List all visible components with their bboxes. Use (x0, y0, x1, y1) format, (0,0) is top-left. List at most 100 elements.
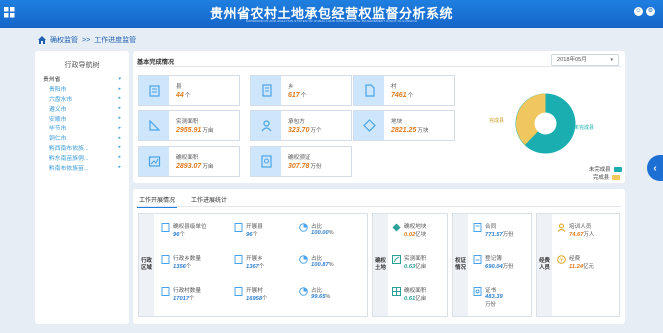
cell-label: 实测面积 (404, 256, 427, 262)
pie-icon (299, 287, 308, 296)
cell-value: 0.63 (404, 264, 416, 270)
building-icon (148, 85, 160, 97)
settings-icon[interactable]: ⚙ (646, 7, 655, 16)
cell-label: 开展村 (246, 288, 263, 294)
chevron-right-icon[interactable]: ▸ (118, 115, 121, 121)
tree-item[interactable]: 遵义市 ▸ (43, 103, 121, 113)
stat-cell: 开展县 96个 (234, 222, 263, 238)
stat-cell: 登记簿 690.04万份 (473, 254, 514, 270)
document-icon (261, 84, 272, 97)
grid-icon (392, 287, 401, 296)
tree-item[interactable]: 黔东南苗族侗... ▸ (43, 152, 121, 162)
cell-value: 1367 (246, 264, 259, 270)
stat-label: 确权颁证 (288, 155, 311, 161)
overview-panel: 基本完成情况 2018年05月 ▾ 县 44个 乡 617个 村 7461个 实测… (133, 51, 625, 183)
tree-item[interactable]: 贵阳市 ▸ (43, 84, 121, 94)
box-side-label: 确权 土地 (373, 214, 388, 316)
tree-item-label: 贵州省 (43, 77, 61, 84)
cell-label: 占比 (311, 256, 323, 262)
chevron-right-icon[interactable]: ▸ (118, 95, 121, 101)
pie-icon (299, 255, 308, 264)
diamond-icon (392, 223, 401, 232)
tree-item-label: 黔西南布依族... (49, 145, 89, 152)
completion-pie-chart (515, 93, 576, 154)
cell-value: 690.04 (485, 264, 503, 270)
stat-label: 地块 (391, 119, 403, 125)
cell-label: 开展县 (246, 224, 263, 230)
chevron-right-icon[interactable]: ▸ (118, 164, 121, 170)
legend-swatch (612, 174, 621, 180)
stat-value: 307.78万份 (288, 163, 322, 170)
cell-label: 占比 (311, 224, 323, 230)
stat-label: 实测面积 (176, 119, 199, 125)
stat-cell: 开展村 16958个 (234, 286, 268, 302)
ruler-icon (148, 119, 160, 131)
stat-value: 2893.07万亩 (176, 163, 214, 170)
breadcrumb: 确权监管 >> 工作进度监管 (38, 35, 136, 45)
stat-cell: 行政村数量 17017个 (161, 286, 201, 302)
stat-label: 承包方 (288, 119, 305, 125)
admin-nav-tree: 行政导航树 贵州省 ▾ 贵阳市 ▸ 六盘水市 ▸ 遵义市 ▸ 安顺市 ▸ 毕节市 ▸ 铜仁市… (35, 51, 129, 324)
people-icon (261, 120, 271, 132)
cell-value: 100.87 (311, 262, 329, 268)
cell-value: 99.65 (311, 294, 326, 300)
app-header: 贵州省农村土地承包经营权监督分析系统 SUPERVISION AND ANALY… (0, 0, 663, 28)
stat-value: 44个 (176, 92, 191, 99)
cell-label: 证书 (485, 288, 497, 294)
user-icon[interactable]: ☺ (634, 7, 643, 16)
month-select[interactable]: 2018年05月 ▾ (551, 54, 619, 66)
caret-down-icon: ▾ (610, 57, 613, 63)
contract-icon (473, 223, 482, 232)
cell-label: 经费 (569, 256, 581, 262)
chevron-right-icon[interactable]: ▸ (118, 105, 121, 111)
stat-label: 县 (176, 84, 182, 90)
stat-card-township: 乡 617个 (250, 75, 352, 106)
cell-label: 行政村数量 (173, 288, 201, 294)
stat-cell: 行政乡数量 1356个 (161, 254, 201, 270)
stat-cell: 占比 99.65% (299, 286, 330, 300)
chevron-right-icon[interactable]: ▸ (118, 144, 121, 150)
stat-cell: 证书 483.39 万份 (473, 286, 503, 308)
cell-label: 确权县级单位 (173, 224, 207, 230)
cell-value: 0.61 (404, 296, 416, 302)
legend-undone[interactable]: 未完成县 (589, 165, 622, 173)
chevron-right-icon[interactable]: ▸ (118, 86, 121, 92)
stat-label: 确权面积 (176, 155, 199, 161)
overview-title: 基本完成情况 (137, 59, 175, 66)
certificate-icon (260, 155, 272, 168)
cell-value: 11.24 (569, 264, 584, 270)
tree-item-label: 遵义市 (49, 106, 67, 113)
cell-label: 行政乡数量 (173, 256, 201, 262)
box-side-label: 权证 情况 (453, 214, 468, 316)
tree-item[interactable]: 毕节市 ▸ (43, 123, 121, 133)
tree-item-label: 毕节市 (49, 126, 67, 133)
stat-cell: 合同 771.57万份 (473, 222, 514, 238)
cell-value: 771.57 (485, 232, 503, 238)
chevron-down-icon[interactable]: ▾ (118, 76, 121, 82)
tree-item[interactable]: 黔西南布依族... ▸ (43, 143, 121, 153)
tree-item-label: 黔东南苗族侗... (49, 155, 89, 162)
chevron-right-icon[interactable]: ▸ (118, 135, 121, 141)
stat-card-contractor: 承包方 323.70万个 (250, 110, 352, 141)
chevron-right-icon[interactable]: ▸ (118, 154, 121, 160)
chevron-left-icon: ‹ (653, 162, 657, 174)
cell-label: 培训人员 (569, 224, 592, 230)
tree-item[interactable]: 安顺市 ▸ (43, 113, 121, 123)
tree-item[interactable]: 六盘水市 ▸ (43, 94, 121, 104)
coin-icon: ¥ (557, 255, 566, 264)
tree-item[interactable]: 黔南布依族苗... ▸ (43, 162, 121, 172)
breadcrumb-home[interactable]: 确权监管 (50, 35, 78, 45)
document-icon (234, 287, 243, 296)
cell-value: 100.00 (311, 230, 329, 236)
chevron-right-icon[interactable]: ▸ (118, 125, 121, 131)
tree-item-label: 贵阳市 (49, 87, 67, 94)
stat-card-measured-area: 实测面积 2955.91万亩 (138, 110, 240, 141)
legend-done[interactable]: 完成县 (593, 173, 621, 181)
tree-item[interactable]: 铜仁市 ▸ (43, 133, 121, 143)
person-icon (557, 223, 566, 232)
collapse-panel-button[interactable]: ‹ (647, 155, 663, 181)
tree-item-guizhou[interactable]: 贵州省 ▾ (43, 74, 121, 84)
stat-value: 2821.25万块 (391, 127, 429, 134)
home-icon[interactable] (38, 36, 46, 44)
stat-value: 2955.91万亩 (176, 127, 214, 134)
